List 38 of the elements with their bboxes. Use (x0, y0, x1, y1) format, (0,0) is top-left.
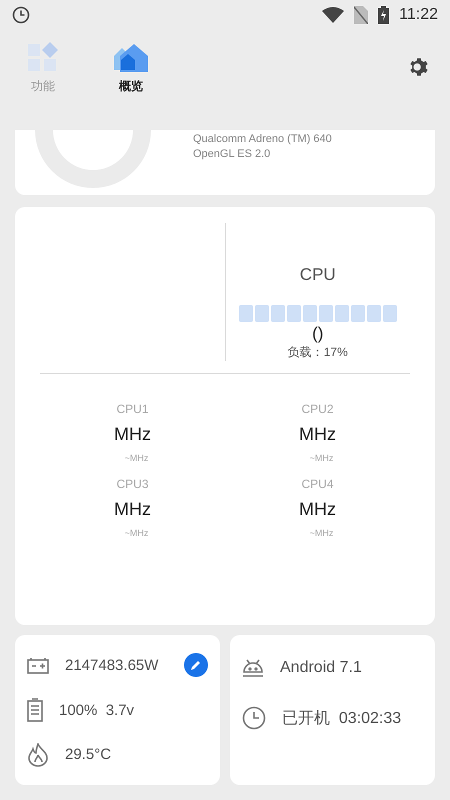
wifi-icon (322, 7, 344, 23)
core-range: ~MHz (310, 453, 334, 463)
gpu-info: Qualcomm Adreno (TM) 640 (193, 132, 332, 147)
system-info: Android 7.1 (280, 659, 362, 677)
system-info: 已开机 03:02:33 (282, 708, 402, 728)
battery-charge-icon (27, 656, 49, 674)
core-range: ~MHz (310, 528, 334, 538)
no-sim-icon (354, 6, 368, 24)
core-frequency: MHz (114, 424, 151, 445)
battery-info: 29.5°C (65, 746, 112, 764)
settings-icon[interactable] (408, 56, 430, 78)
core-name: CPU2 (301, 402, 334, 416)
pencil-icon (190, 659, 202, 672)
flame-icon (27, 742, 49, 767)
grid-icon (28, 42, 58, 72)
core-frequency: MHz (114, 499, 151, 520)
battery-charging-icon (378, 6, 390, 24)
core-name: CPU3 (116, 477, 148, 491)
core-frequency: MHz (299, 499, 336, 520)
battery-info: 2147483.65W (65, 656, 158, 674)
gpu-info: OpenGL ES 2.0 (193, 147, 272, 162)
battery-icon (27, 698, 43, 722)
nav-tab[interactable]: 概览 (114, 42, 148, 95)
cpu-load: 负载：17% (288, 344, 348, 361)
core-range: ~MHz (124, 528, 148, 538)
home-icon (114, 42, 148, 72)
core-name: CPU1 (116, 402, 148, 416)
core-frequency: MHz (299, 424, 336, 445)
edit-button[interactable] (184, 653, 208, 678)
clock-icon (242, 706, 266, 730)
cpu-value: () (312, 324, 324, 344)
status-time: 11:22 (399, 6, 438, 24)
battery-info: 100% 3.7v (59, 702, 134, 718)
core-name: CPU4 (301, 477, 334, 491)
clock-icon (12, 6, 30, 24)
cpu-title: CPU (300, 265, 336, 285)
android-icon (242, 658, 264, 678)
core-range: ~MHz (124, 453, 148, 463)
